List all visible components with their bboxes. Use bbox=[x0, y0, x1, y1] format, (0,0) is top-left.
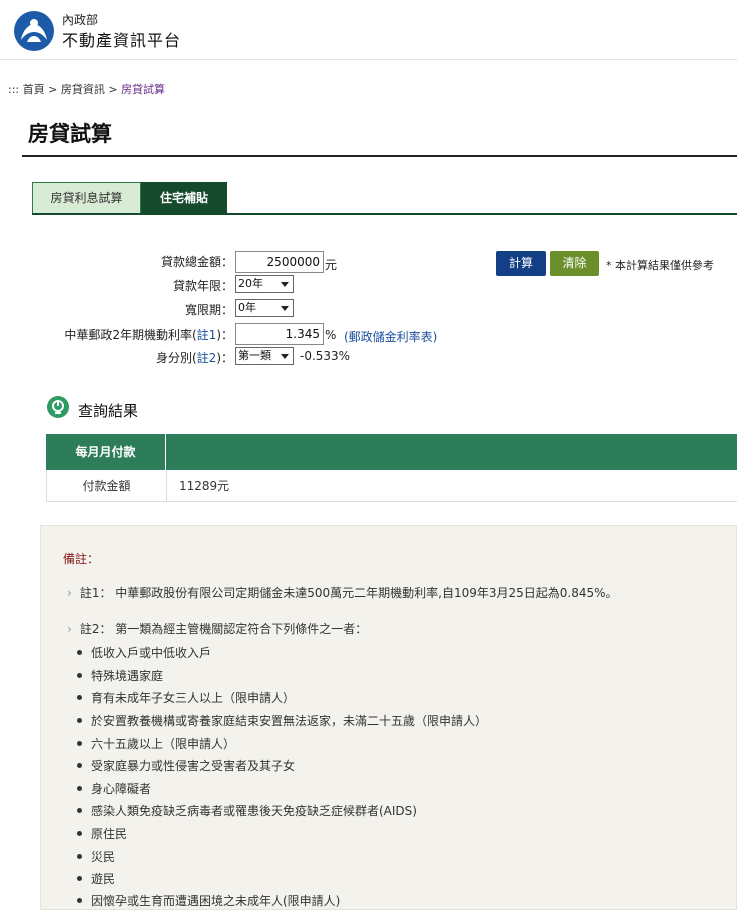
title-divider bbox=[22, 155, 737, 157]
list-item: 身心障礙者 bbox=[76, 782, 152, 796]
list-item: 育有未成年子女三人以上（限申請人） bbox=[76, 691, 296, 705]
loan-amount-unit: 元 bbox=[325, 258, 338, 272]
reference-note: * 本計算結果僅供參考 bbox=[606, 259, 714, 272]
chevron-down-icon bbox=[281, 282, 289, 287]
identity-value: 第一類 bbox=[238, 349, 271, 362]
identity-rate-adjustment: -0.533% bbox=[300, 349, 351, 363]
clear-button[interactable]: 清除 bbox=[550, 251, 599, 276]
platform-name[interactable]: 不動產資訊平台 bbox=[62, 27, 181, 51]
breadcrumb-separator: > bbox=[48, 83, 58, 96]
list-item: 災民 bbox=[76, 850, 116, 864]
payment-amount-label: 付款金額 bbox=[47, 470, 167, 502]
list-item: 特殊境遇家庭 bbox=[76, 669, 164, 683]
monthly-payment-header: 每月月付款 bbox=[46, 434, 166, 470]
table-row: 付款金額 11289元 bbox=[46, 470, 737, 502]
breadcrumb: ::: 首頁 > 房貸資訊 > 房貸試算 bbox=[8, 81, 165, 97]
ministry-name: 內政部 bbox=[62, 13, 99, 27]
breadcrumb-home[interactable]: 首頁 bbox=[23, 83, 45, 96]
identity-select[interactable]: 第一類 bbox=[235, 347, 294, 365]
postal-rate-label-suffix: )： bbox=[216, 328, 233, 342]
loan-years-label: 貸款年限： bbox=[172, 279, 233, 293]
note-2: › 註2： 第一類為經主管機關認定符合下列條件之一者： bbox=[67, 620, 367, 637]
list-item: 遊民 bbox=[76, 872, 116, 886]
payment-amount-value: 11289元 bbox=[179, 479, 230, 493]
breadcrumb-separator: > bbox=[108, 83, 118, 96]
note-1-text: 註1： 中華郵政股份有限公司定期儲金未達500萬元二年期機動利率,自109年3月… bbox=[79, 586, 618, 600]
grace-period-label: 寬限期： bbox=[184, 303, 233, 317]
list-item: 感染人類免疫缺乏病毒者或罹患後天免疫缺乏症候群者(AIDS) bbox=[77, 804, 417, 818]
chevron-down-icon bbox=[281, 354, 289, 359]
tab-housing-subsidy[interactable]: 住宅補貼 bbox=[141, 182, 227, 214]
breadcrumb-current[interactable]: 房貸試算 bbox=[121, 83, 165, 96]
site-header: 內政部 不動產資訊平台 bbox=[0, 0, 737, 60]
list-item: 於安置教養機構或寄養家庭結束安置無法返家，未滿二十五歲（限申請人） bbox=[76, 714, 488, 728]
result-table-header: 每月月付款 bbox=[46, 434, 737, 470]
list-item: 原住民 bbox=[76, 827, 128, 841]
ministry-logo-icon[interactable] bbox=[13, 10, 55, 52]
notes-title: 備註： bbox=[63, 552, 100, 566]
list-item: 受家庭暴力或性侵害之受害者及其子女 bbox=[76, 759, 296, 773]
search-result-icon bbox=[47, 396, 69, 418]
chevron-down-icon bbox=[281, 306, 289, 311]
note1-link[interactable]: 註1 bbox=[197, 328, 217, 342]
identity-label: 身分別(註2)： bbox=[120, 349, 233, 366]
grace-period-value: 0年 bbox=[238, 301, 256, 314]
tab-interest-calculation[interactable]: 房貸利息試算 bbox=[32, 182, 141, 214]
loan-years-value: 20年 bbox=[238, 277, 263, 290]
loan-years-select[interactable]: 20年 bbox=[235, 275, 294, 293]
result-title: 查詢結果 bbox=[78, 402, 139, 420]
page-title: 房貸試算 bbox=[28, 122, 112, 146]
breadcrumb-section[interactable]: 房貸資訊 bbox=[61, 83, 105, 96]
identity-label-prefix: 身分別( bbox=[155, 351, 197, 365]
list-item: 低收入戶或中低收入戶 bbox=[76, 646, 212, 660]
identity-label-suffix: )： bbox=[216, 351, 233, 365]
postal-rate-unit: % bbox=[325, 328, 337, 342]
note-2-text: 註2： 第一類為經主管機關認定符合下列條件之一者： bbox=[79, 622, 368, 636]
loan-amount-label: 貸款總金額： bbox=[160, 255, 233, 269]
loan-amount-input[interactable]: 2500000 bbox=[235, 251, 324, 273]
postal-rate-table-link[interactable]: (郵政儲金利率表) bbox=[344, 328, 437, 345]
note2-link[interactable]: 註2 bbox=[197, 351, 217, 365]
chevron-right-icon: › bbox=[67, 622, 72, 636]
notes-panel: 備註： › 註1： 中華郵政股份有限公司定期儲金未達500萬元二年期機動利率,自1… bbox=[40, 525, 737, 910]
tab-underline bbox=[32, 213, 737, 215]
list-item: 六十五歲以上（限申請人） bbox=[76, 737, 236, 751]
postal-rate-label-prefix: 中華郵政2年期機動利率( bbox=[64, 328, 197, 342]
note-1: › 註1： 中華郵政股份有限公司定期儲金未達500萬元二年期機動利率,自109年3… bbox=[67, 584, 618, 601]
list-item: 因懷孕或生育而遭遇困境之未成年人(限申請人) bbox=[76, 894, 341, 908]
postal-rate-input[interactable]: 1.345 bbox=[235, 323, 324, 345]
chevron-right-icon: › bbox=[67, 586, 72, 600]
calculate-button[interactable]: 計算 bbox=[496, 251, 546, 276]
grace-period-select[interactable]: 0年 bbox=[235, 299, 294, 317]
breadcrumb-prefix: ::: bbox=[8, 83, 20, 96]
postal-rate-label: 中華郵政2年期機動利率(註1)： bbox=[40, 326, 233, 343]
